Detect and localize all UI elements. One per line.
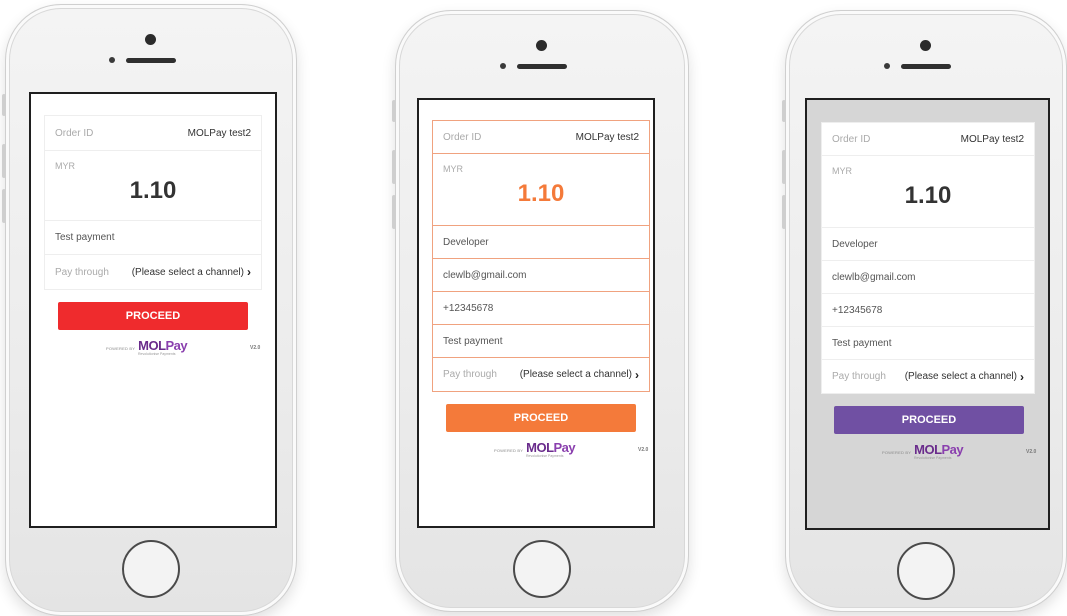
- powered-by-text: POWERED BY: [882, 450, 912, 455]
- molpay-brand-mol: MOL: [138, 338, 166, 353]
- home-button[interactable]: [513, 540, 571, 598]
- pay-through-row[interactable]: Pay through (Please select a channel) ›: [822, 360, 1034, 393]
- currency-label: MYR: [55, 161, 75, 171]
- home-button[interactable]: [897, 542, 955, 600]
- molpay-brand: MOLPay: [914, 442, 964, 457]
- chevron-right-icon: ›: [247, 265, 251, 279]
- payment-form-card: Order ID MOLPay test2 MYR 1.10 Developer clew…: [821, 122, 1035, 394]
- description-row[interactable]: Test payment: [433, 325, 649, 358]
- side-button: [782, 150, 786, 184]
- earpiece-speaker: [517, 64, 567, 69]
- description-row[interactable]: Test payment: [45, 221, 261, 255]
- order-id-label: Order ID: [832, 133, 871, 145]
- currency-label: MYR: [443, 164, 463, 174]
- version-label: V2.0: [638, 447, 649, 453]
- side-button: [2, 94, 6, 116]
- molpay-brand-pay: Pay: [941, 442, 964, 457]
- name-row[interactable]: Developer: [822, 228, 1034, 261]
- description-text: Test payment: [832, 337, 892, 349]
- pay-through-row[interactable]: Pay through (Please select a channel) ›: [433, 358, 649, 391]
- order-id-value: MOLPay test2: [960, 133, 1024, 145]
- chevron-right-icon: ›: [1020, 369, 1024, 384]
- powered-by-molpay-logo: POWERED BY MOLPay: [494, 440, 576, 455]
- amount-row: MYR 1.10: [433, 154, 649, 226]
- description-text: Test payment: [443, 335, 503, 347]
- phone-row[interactable]: +12345678: [433, 292, 649, 325]
- amount-value: 1.10: [517, 180, 565, 207]
- side-button: [392, 100, 396, 122]
- molpay-brand: MOLPay: [138, 338, 188, 353]
- pay-through-label: Pay through: [55, 266, 109, 278]
- side-button: [392, 195, 396, 229]
- molpay-brand: MOLPay: [526, 440, 576, 455]
- proceed-button[interactable]: PROCEED: [834, 406, 1024, 434]
- description-row[interactable]: Test payment: [822, 327, 1034, 360]
- channel-select-text: (Please select a channel): [131, 266, 244, 278]
- amount-row: MYR 1.10: [45, 151, 261, 221]
- phone-text: +12345678: [832, 304, 883, 316]
- molpay-tagline: Revolutionise Payments: [526, 454, 564, 458]
- name-text: Developer: [832, 238, 878, 250]
- molpay-tagline: Revolutionise Payments: [914, 456, 952, 460]
- email-text: clewlb@gmail.com: [443, 269, 527, 281]
- molpay-brand-mol: MOL: [526, 440, 554, 455]
- pay-through-label: Pay through: [832, 371, 886, 382]
- side-button: [392, 150, 396, 184]
- sensor-icon: [500, 63, 506, 69]
- molpay-brand-pay: Pay: [165, 338, 188, 353]
- earpiece-speaker: [901, 64, 951, 69]
- proceed-button[interactable]: PROCEED: [58, 302, 248, 330]
- powered-by-molpay-logo: POWERED BY MOLPay: [106, 338, 188, 353]
- molpay-tagline: Revolutionise Payments: [138, 352, 176, 356]
- amount-value: 1.10: [904, 182, 952, 209]
- order-id-row: Order ID MOLPay test2: [433, 121, 649, 154]
- powered-by-text: POWERED BY: [106, 346, 136, 351]
- version-label: V2.0: [250, 345, 261, 351]
- phone-text: +12345678: [443, 302, 494, 314]
- powered-by-molpay-logo: POWERED BY MOLPay: [882, 442, 964, 457]
- order-id-row: Order ID MOLPay test2: [822, 123, 1034, 156]
- order-id-row: Order ID MOLPay test2: [45, 116, 261, 151]
- phone-row[interactable]: +12345678: [822, 294, 1034, 327]
- order-id-value: MOLPay test2: [187, 127, 251, 139]
- version-label: V2.0: [1026, 449, 1037, 455]
- channel-select-text: (Please select a channel): [904, 371, 1017, 382]
- name-row[interactable]: Developer: [433, 226, 649, 259]
- powered-by-text: POWERED BY: [494, 448, 524, 453]
- email-row[interactable]: clewlb@gmail.com: [433, 259, 649, 292]
- side-button: [782, 195, 786, 229]
- currency-label: MYR: [832, 166, 852, 176]
- home-button[interactable]: [122, 540, 180, 598]
- description-text: Test payment: [55, 232, 115, 243]
- side-button: [2, 189, 6, 223]
- side-button: [2, 144, 6, 178]
- chevron-right-icon: ›: [635, 367, 639, 382]
- email-row[interactable]: clewlb@gmail.com: [822, 261, 1034, 294]
- earpiece-speaker: [126, 58, 176, 63]
- sensor-icon: [884, 63, 890, 69]
- molpay-brand-mol: MOL: [914, 442, 942, 457]
- sensor-icon: [109, 57, 115, 63]
- front-camera-icon: [920, 40, 931, 51]
- order-id-value: MOLPay test2: [575, 131, 639, 143]
- front-camera-icon: [145, 34, 156, 45]
- proceed-button[interactable]: PROCEED: [446, 404, 636, 432]
- front-camera-icon: [536, 40, 547, 51]
- channel-select-text: (Please select a channel): [519, 369, 632, 380]
- pay-through-label: Pay through: [443, 369, 497, 380]
- order-id-label: Order ID: [55, 127, 94, 139]
- payment-form-card: Order ID MOLPay test2 MYR 1.10 Test payment P…: [44, 115, 262, 290]
- email-text: clewlb@gmail.com: [832, 271, 916, 283]
- payment-form-card: Order ID MOLPay test2 MYR 1.10 Developer clew…: [432, 120, 650, 392]
- side-button: [782, 100, 786, 122]
- amount-value: 1.10: [129, 177, 177, 204]
- pay-through-row[interactable]: Pay through (Please select a channel) ›: [45, 255, 261, 289]
- name-text: Developer: [443, 236, 489, 248]
- amount-row: MYR 1.10: [822, 156, 1034, 228]
- molpay-brand-pay: Pay: [553, 440, 576, 455]
- order-id-label: Order ID: [443, 131, 482, 143]
